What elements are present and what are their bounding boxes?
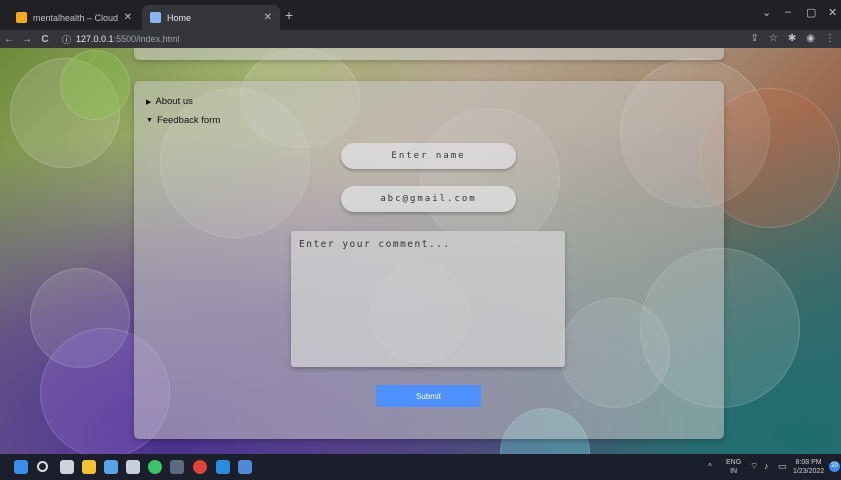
forward-button[interactable]: → <box>18 34 36 45</box>
comment-textarea[interactable] <box>291 231 565 367</box>
vscode-icon[interactable] <box>216 460 230 474</box>
language-indicator[interactable]: ENG IN <box>726 458 741 476</box>
chrome-icon[interactable] <box>193 460 207 474</box>
tab-firestore[interactable]: mentalhealth – Cloud Firestore ✕ <box>8 5 140 30</box>
store-icon[interactable] <box>238 460 252 474</box>
profile-avatar-icon[interactable]: ◉ <box>806 33 815 44</box>
collapsed-triangle-icon: ▶ <box>146 98 152 106</box>
page-viewport: ▶ About us ▼ Feedback form Submit <box>0 48 841 454</box>
address-bar[interactable]: ⓘ 127.0.0.1 :5500/index.html <box>62 33 180 46</box>
tray-chevron-icon[interactable]: ^ <box>708 462 712 471</box>
tab-label: mentalhealth – Cloud Firestore <box>33 12 120 23</box>
details-label: About us <box>155 96 193 107</box>
site-info-icon[interactable]: ⓘ <box>62 33 71 46</box>
tab-home[interactable]: Home ✕ <box>142 5 280 30</box>
firebase-icon <box>16 12 27 23</box>
volume-icon[interactable]: ♪ <box>764 462 769 471</box>
tab-label: Home <box>167 12 192 23</box>
back-button[interactable]: ← <box>0 34 18 45</box>
date-label: 1/23/2022 <box>793 468 825 475</box>
wifi-icon[interactable]: ⌔ <box>750 462 758 471</box>
battery-icon[interactable]: ▭ <box>778 462 787 471</box>
task-view-icon[interactable] <box>60 460 74 474</box>
browser-tabstrip: mentalhealth – Cloud Firestore ✕ Home ✕ … <box>0 0 841 30</box>
expanded-triangle-icon: ▼ <box>146 117 153 124</box>
new-tab-button[interactable]: + <box>285 7 293 23</box>
mail-icon[interactable] <box>104 460 118 474</box>
minimize-button[interactable]: – <box>785 6 791 18</box>
start-icon[interactable] <box>14 460 28 474</box>
time-label: 8:08 PM <box>795 459 822 466</box>
close-tab-icon[interactable]: ✕ <box>124 12 132 23</box>
url-path: :5500/index.html <box>113 34 180 44</box>
dropbox-icon[interactable] <box>126 460 140 474</box>
notification-badge[interactable]: 20 <box>829 461 840 472</box>
bookmark-star-icon[interactable]: ☆ <box>769 33 778 44</box>
clock[interactable]: 8:08 PM 1/23/2022 <box>793 458 824 476</box>
details-feedback-form[interactable]: ▼ Feedback form <box>146 115 220 126</box>
menu-icon[interactable]: ⋮ <box>825 33 835 44</box>
maximize-button[interactable]: ▢ <box>806 6 816 19</box>
browser-toolbar: ← → C ⓘ 127.0.0.1 :5500/index.html ⇪ ☆ ✱… <box>0 30 841 48</box>
region-label: IN <box>730 468 738 475</box>
url-host: 127.0.0.1 <box>76 34 114 44</box>
whatsapp-icon[interactable] <box>148 460 162 474</box>
email-input[interactable] <box>341 186 516 212</box>
name-input[interactable] <box>341 143 516 169</box>
toolbar-actions: ⇪ ☆ ✱ ◉ ⋮ <box>751 33 835 44</box>
close-window-button[interactable]: ✕ <box>828 6 837 19</box>
search-icon[interactable] <box>37 461 48 472</box>
header-card <box>134 48 724 60</box>
details-about-us[interactable]: ▶ About us <box>146 96 193 107</box>
tab-search-icon[interactable]: ⌄ <box>762 6 771 19</box>
reload-button[interactable]: C <box>36 34 54 45</box>
details-label: Feedback form <box>156 115 221 126</box>
extensions-icon[interactable]: ✱ <box>788 33 796 44</box>
page-favicon-icon <box>150 12 161 23</box>
submit-button[interactable]: Submit <box>376 385 481 407</box>
feedback-card: ▶ About us ▼ Feedback form Submit <box>134 81 724 439</box>
windows-taskbar: ^ ENG IN ⌔ ♪ ▭ 8:08 PM 1/23/2022 20 <box>0 454 841 480</box>
language-label: ENG <box>726 459 742 466</box>
file-explorer-icon[interactable] <box>82 460 96 474</box>
bokeh-circle <box>60 50 130 120</box>
close-tab-icon[interactable]: ✕ <box>264 12 272 23</box>
terminal-icon[interactable] <box>170 460 184 474</box>
share-icon[interactable]: ⇪ <box>751 33 759 44</box>
